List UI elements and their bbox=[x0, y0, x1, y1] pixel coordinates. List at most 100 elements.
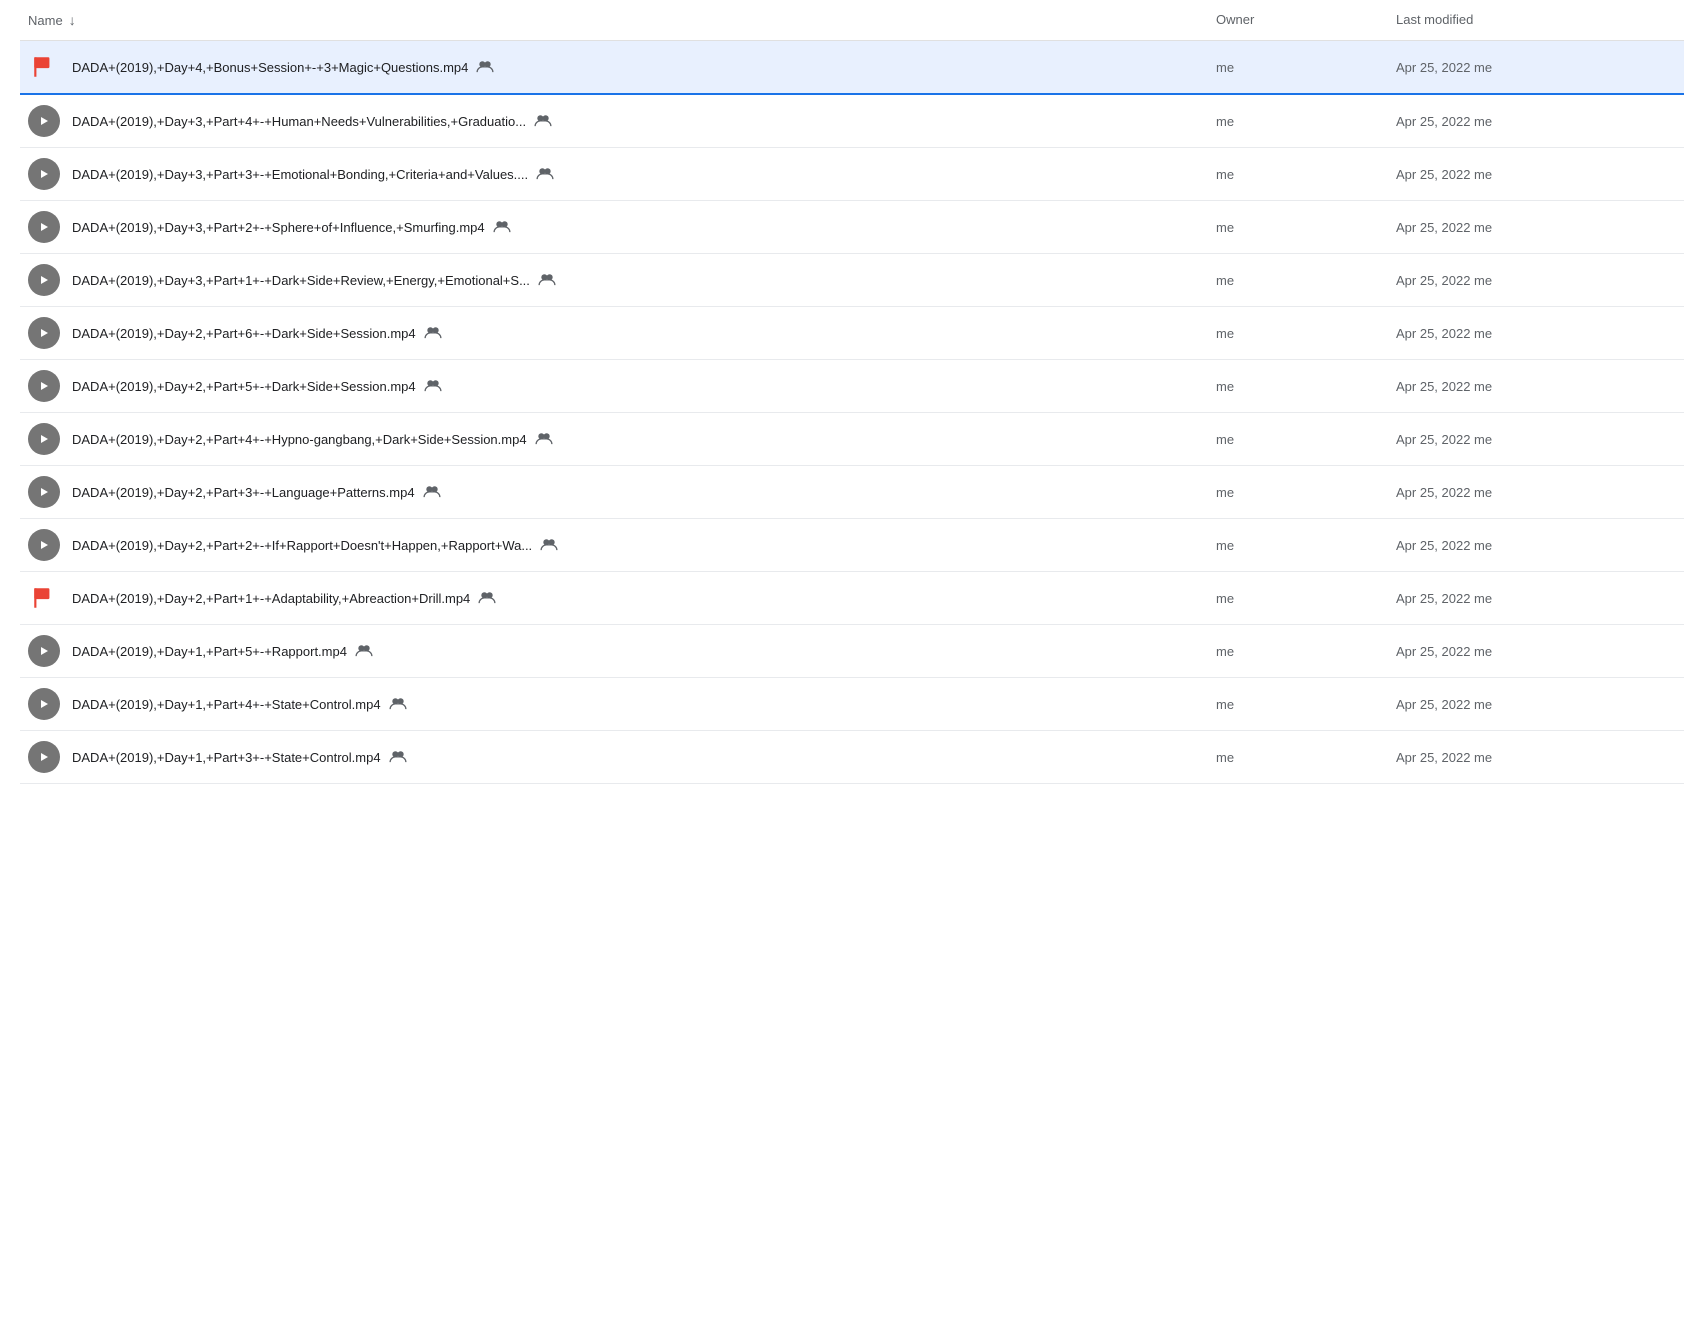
shared-icon bbox=[493, 219, 511, 236]
table-row[interactable]: DADA+(2019),+Day+3,+Part+3+-+Emotional+B… bbox=[20, 148, 1684, 201]
file-name-text: DADA+(2019),+Day+2,+Part+6+-+Dark+Side+S… bbox=[72, 325, 442, 342]
modified-cell: Apr 25, 2022 me bbox=[1396, 379, 1676, 394]
flag-icon bbox=[28, 51, 60, 83]
name-cell: DADA+(2019),+Day+4,+Bonus+Session+-+3+Ma… bbox=[28, 51, 1216, 83]
shared-icon bbox=[535, 431, 553, 448]
name-cell: DADA+(2019),+Day+3,+Part+2+-+Sphere+of+I… bbox=[28, 211, 1216, 243]
name-cell: DADA+(2019),+Day+2,+Part+6+-+Dark+Side+S… bbox=[28, 317, 1216, 349]
play-icon bbox=[28, 264, 60, 296]
shared-icon bbox=[424, 325, 442, 342]
table-row[interactable]: DADA+(2019),+Day+2,+Part+5+-+Dark+Side+S… bbox=[20, 360, 1684, 413]
name-cell: DADA+(2019),+Day+2,+Part+2+-+If+Rapport+… bbox=[28, 529, 1216, 561]
modified-cell: Apr 25, 2022 me bbox=[1396, 60, 1676, 75]
modified-cell: Apr 25, 2022 me bbox=[1396, 273, 1676, 288]
name-cell: DADA+(2019),+Day+3,+Part+3+-+Emotional+B… bbox=[28, 158, 1216, 190]
modified-cell: Apr 25, 2022 me bbox=[1396, 432, 1676, 447]
modified-cell: Apr 25, 2022 me bbox=[1396, 750, 1676, 765]
name-cell: DADA+(2019),+Day+1,+Part+5+-+Rapport.mp4 bbox=[28, 635, 1216, 667]
play-icon bbox=[28, 529, 60, 561]
owner-cell: me bbox=[1216, 697, 1396, 712]
file-name-text: DADA+(2019),+Day+3,+Part+4+-+Human+Needs… bbox=[72, 113, 552, 130]
shared-icon bbox=[424, 378, 442, 395]
table-body: DADA+(2019),+Day+4,+Bonus+Session+-+3+Ma… bbox=[20, 41, 1684, 784]
table-row[interactable]: DADA+(2019),+Day+3,+Part+4+-+Human+Needs… bbox=[20, 95, 1684, 148]
file-name-label: DADA+(2019),+Day+1,+Part+5+-+Rapport.mp4 bbox=[72, 644, 347, 659]
file-name-label: DADA+(2019),+Day+2,+Part+5+-+Dark+Side+S… bbox=[72, 379, 416, 394]
modified-cell: Apr 25, 2022 me bbox=[1396, 591, 1676, 606]
shared-icon bbox=[540, 537, 558, 554]
name-cell: DADA+(2019),+Day+2,+Part+4+-+Hypno-gangb… bbox=[28, 423, 1216, 455]
owner-cell: me bbox=[1216, 538, 1396, 553]
owner-cell: me bbox=[1216, 485, 1396, 500]
owner-column-header[interactable]: Owner bbox=[1216, 12, 1396, 28]
shared-icon bbox=[423, 484, 441, 501]
file-name-label: DADA+(2019),+Day+1,+Part+3+-+State+Contr… bbox=[72, 750, 381, 765]
file-name-label: DADA+(2019),+Day+3,+Part+2+-+Sphere+of+I… bbox=[72, 220, 485, 235]
table-row[interactable]: DADA+(2019),+Day+3,+Part+2+-+Sphere+of+I… bbox=[20, 201, 1684, 254]
modified-cell: Apr 25, 2022 me bbox=[1396, 167, 1676, 182]
file-name-label: DADA+(2019),+Day+3,+Part+3+-+Emotional+B… bbox=[72, 167, 528, 182]
name-cell: DADA+(2019),+Day+3,+Part+1+-+Dark+Side+R… bbox=[28, 264, 1216, 296]
shared-icon bbox=[389, 696, 407, 713]
owner-cell: me bbox=[1216, 167, 1396, 182]
name-cell: DADA+(2019),+Day+1,+Part+3+-+State+Contr… bbox=[28, 741, 1216, 773]
table-row[interactable]: DADA+(2019),+Day+1,+Part+5+-+Rapport.mp4… bbox=[20, 625, 1684, 678]
play-icon bbox=[28, 423, 60, 455]
owner-cell: me bbox=[1216, 379, 1396, 394]
name-column-header[interactable]: Name ↓ bbox=[28, 12, 1216, 28]
table-row[interactable]: DADA+(2019),+Day+2,+Part+4+-+Hypno-gangb… bbox=[20, 413, 1684, 466]
play-icon bbox=[28, 158, 60, 190]
owner-cell: me bbox=[1216, 326, 1396, 341]
file-name-label: DADA+(2019),+Day+4,+Bonus+Session+-+3+Ma… bbox=[72, 60, 468, 75]
play-icon bbox=[28, 741, 60, 773]
file-name-label: DADA+(2019),+Day+2,+Part+3+-+Language+Pa… bbox=[72, 485, 415, 500]
file-name-label: DADA+(2019),+Day+1,+Part+4+-+State+Contr… bbox=[72, 697, 381, 712]
name-cell: DADA+(2019),+Day+2,+Part+1+-+Adaptabilit… bbox=[28, 582, 1216, 614]
play-icon bbox=[28, 317, 60, 349]
owner-cell: me bbox=[1216, 114, 1396, 129]
name-cell: DADA+(2019),+Day+3,+Part+4+-+Human+Needs… bbox=[28, 105, 1216, 137]
shared-icon bbox=[534, 113, 552, 130]
table-row[interactable]: DADA+(2019),+Day+4,+Bonus+Session+-+3+Ma… bbox=[20, 41, 1684, 95]
file-name-label: DADA+(2019),+Day+3,+Part+1+-+Dark+Side+R… bbox=[72, 273, 530, 288]
play-icon bbox=[28, 370, 60, 402]
modified-cell: Apr 25, 2022 me bbox=[1396, 538, 1676, 553]
play-icon bbox=[28, 476, 60, 508]
modified-column-header[interactable]: Last modified bbox=[1396, 12, 1676, 28]
file-name-text: DADA+(2019),+Day+2,+Part+2+-+If+Rapport+… bbox=[72, 537, 558, 554]
name-cell: DADA+(2019),+Day+2,+Part+5+-+Dark+Side+S… bbox=[28, 370, 1216, 402]
owner-cell: me bbox=[1216, 273, 1396, 288]
name-cell: DADA+(2019),+Day+1,+Part+4+-+State+Contr… bbox=[28, 688, 1216, 720]
modified-cell: Apr 25, 2022 me bbox=[1396, 326, 1676, 341]
modified-cell: Apr 25, 2022 me bbox=[1396, 644, 1676, 659]
shared-icon bbox=[478, 590, 496, 607]
play-icon bbox=[28, 688, 60, 720]
owner-cell: me bbox=[1216, 220, 1396, 235]
file-name-text: DADA+(2019),+Day+3,+Part+3+-+Emotional+B… bbox=[72, 166, 554, 183]
table-row[interactable]: DADA+(2019),+Day+1,+Part+3+-+State+Contr… bbox=[20, 731, 1684, 784]
file-name-text: DADA+(2019),+Day+2,+Part+3+-+Language+Pa… bbox=[72, 484, 441, 501]
file-name-text: DADA+(2019),+Day+3,+Part+2+-+Sphere+of+I… bbox=[72, 219, 511, 236]
modified-cell: Apr 25, 2022 me bbox=[1396, 485, 1676, 500]
table-row[interactable]: DADA+(2019),+Day+2,+Part+6+-+Dark+Side+S… bbox=[20, 307, 1684, 360]
table-row[interactable]: DADA+(2019),+Day+3,+Part+1+-+Dark+Side+R… bbox=[20, 254, 1684, 307]
shared-icon bbox=[389, 749, 407, 766]
shared-icon bbox=[538, 272, 556, 289]
shared-icon bbox=[355, 643, 373, 660]
file-name-text: DADA+(2019),+Day+1,+Part+3+-+State+Contr… bbox=[72, 749, 407, 766]
file-list-container: Name ↓ Owner Last modified DADA+(2019),+… bbox=[0, 0, 1704, 784]
owner-cell: me bbox=[1216, 644, 1396, 659]
shared-icon bbox=[536, 166, 554, 183]
file-name-text: DADA+(2019),+Day+4,+Bonus+Session+-+3+Ma… bbox=[72, 59, 494, 76]
file-name-text: DADA+(2019),+Day+3,+Part+1+-+Dark+Side+R… bbox=[72, 272, 556, 289]
table-row[interactable]: DADA+(2019),+Day+2,+Part+2+-+If+Rapport+… bbox=[20, 519, 1684, 572]
file-name-text: DADA+(2019),+Day+2,+Part+5+-+Dark+Side+S… bbox=[72, 378, 442, 395]
file-name-text: DADA+(2019),+Day+2,+Part+4+-+Hypno-gangb… bbox=[72, 431, 553, 448]
table-row[interactable]: DADA+(2019),+Day+2,+Part+1+-+Adaptabilit… bbox=[20, 572, 1684, 625]
file-name-label: DADA+(2019),+Day+2,+Part+6+-+Dark+Side+S… bbox=[72, 326, 416, 341]
shared-icon bbox=[476, 59, 494, 76]
table-row[interactable]: DADA+(2019),+Day+2,+Part+3+-+Language+Pa… bbox=[20, 466, 1684, 519]
table-row[interactable]: DADA+(2019),+Day+1,+Part+4+-+State+Contr… bbox=[20, 678, 1684, 731]
file-name-text: DADA+(2019),+Day+2,+Part+1+-+Adaptabilit… bbox=[72, 590, 496, 607]
file-name-text: DADA+(2019),+Day+1,+Part+4+-+State+Contr… bbox=[72, 696, 407, 713]
